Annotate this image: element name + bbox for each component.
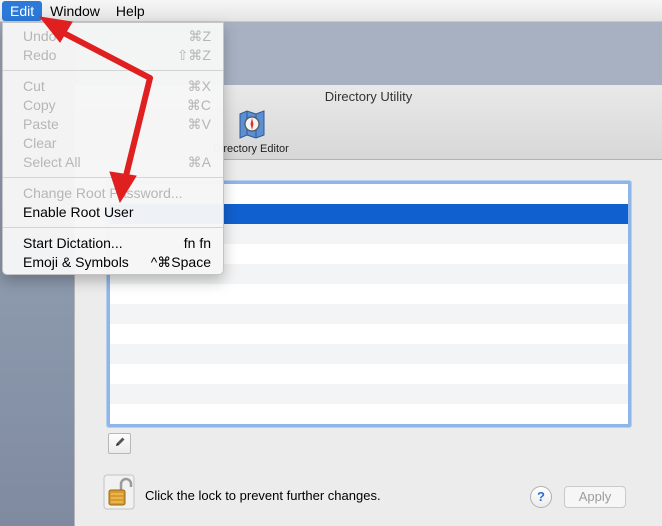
menu-item-shortcut: fn fn bbox=[183, 235, 211, 251]
menu-help[interactable]: Help bbox=[108, 0, 153, 22]
list-row[interactable] bbox=[110, 284, 628, 304]
edit-service-button[interactable] bbox=[108, 433, 131, 454]
directory-editor-icon bbox=[238, 109, 266, 139]
list-row[interactable] bbox=[110, 384, 628, 404]
menu-item-shortcut: ⇧⌘Z bbox=[176, 47, 211, 63]
list-row[interactable] bbox=[110, 304, 628, 324]
list-row[interactable] bbox=[110, 404, 628, 424]
list-row[interactable] bbox=[110, 324, 628, 344]
unlocked-lock-button[interactable] bbox=[103, 474, 135, 510]
menu-item-change-root-password[interactable]: Change Root Password... bbox=[3, 184, 223, 203]
menu-item-label: Cut bbox=[23, 78, 45, 94]
lock-status-text: Click the lock to prevent further change… bbox=[145, 488, 381, 503]
menu-item-paste[interactable]: Paste ⌘V bbox=[3, 115, 223, 134]
menu-separator bbox=[3, 70, 223, 71]
menu-separator bbox=[3, 177, 223, 178]
menu-item-label: Copy bbox=[23, 97, 56, 113]
menu-item-label: Start Dictation... bbox=[23, 235, 123, 251]
menu-item-label: Clear bbox=[23, 135, 57, 151]
menu-item-copy[interactable]: Copy ⌘C bbox=[3, 96, 223, 115]
menu-item-clear[interactable]: Clear bbox=[3, 134, 223, 153]
menu-item-shortcut: ⌘C bbox=[186, 97, 211, 113]
menu-item-label: Undo bbox=[23, 28, 57, 44]
menu-item-shortcut: ^⌘Space bbox=[150, 254, 211, 270]
directory-editor-toolbar-button[interactable]: Directory Editor bbox=[213, 109, 297, 157]
menu-item-enable-root-user[interactable]: Enable Root User bbox=[3, 203, 223, 222]
menu-separator bbox=[3, 227, 223, 228]
menu-item-label: Select All bbox=[23, 154, 81, 170]
menu-item-shortcut: ⌘X bbox=[187, 78, 211, 94]
menu-window[interactable]: Window bbox=[42, 0, 108, 22]
directory-editor-label: Directory Editor bbox=[213, 143, 289, 155]
apply-button[interactable]: Apply bbox=[564, 486, 626, 508]
menu-item-label: Emoji & Symbols bbox=[23, 254, 129, 270]
menu-edit[interactable]: Edit bbox=[2, 0, 43, 21]
menu-item-cut[interactable]: Cut ⌘X bbox=[3, 77, 223, 96]
list-row[interactable] bbox=[110, 344, 628, 364]
menu-item-select-all[interactable]: Select All ⌘A bbox=[3, 153, 223, 172]
menu-item-shortcut: ⌘V bbox=[187, 116, 211, 132]
edit-menu-dropdown: Undo ⌘Z Redo ⇧⌘Z Cut ⌘X Copy ⌘C Paste ⌘V… bbox=[2, 22, 224, 275]
menu-item-undo[interactable]: Undo ⌘Z bbox=[3, 27, 223, 46]
menu-item-label: Paste bbox=[23, 116, 59, 132]
unlocked-padlock-icon bbox=[103, 474, 135, 513]
menu-item-redo[interactable]: Redo ⇧⌘Z bbox=[3, 46, 223, 65]
help-button[interactable]: ? bbox=[530, 486, 552, 508]
list-row[interactable] bbox=[110, 364, 628, 384]
menu-item-emoji-symbols[interactable]: Emoji & Symbols ^⌘Space bbox=[3, 253, 223, 272]
menu-item-label: Change Root Password... bbox=[23, 185, 183, 201]
menu-item-label: Enable Root User bbox=[23, 204, 134, 220]
menu-bar: Edit Window Help bbox=[0, 0, 662, 22]
menu-item-shortcut: ⌘A bbox=[187, 154, 211, 170]
pencil-icon bbox=[114, 436, 126, 451]
menu-item-start-dictation[interactable]: Start Dictation... fn fn bbox=[3, 234, 223, 253]
menu-item-label: Redo bbox=[23, 47, 57, 63]
menu-item-shortcut: ⌘Z bbox=[188, 28, 211, 44]
